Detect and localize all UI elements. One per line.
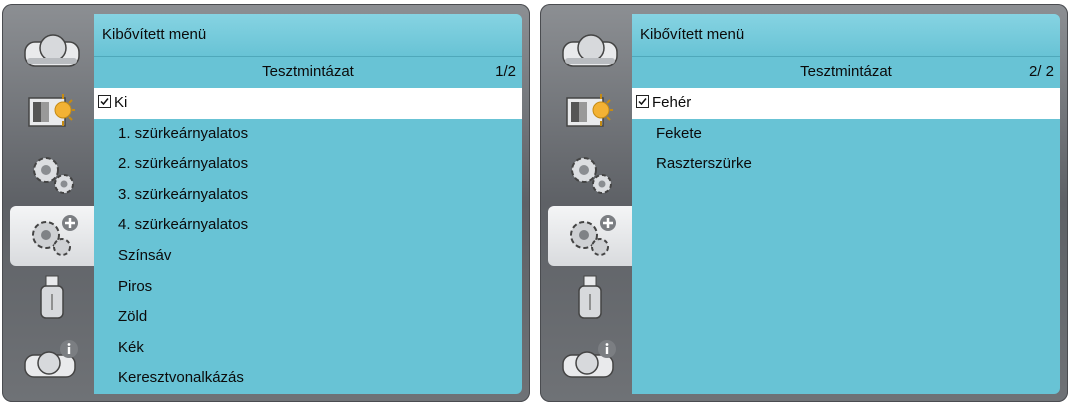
list-item[interactable]: 4. szürkeárnyalatos [94, 210, 522, 241]
list-item[interactable]: Színsáv [94, 241, 522, 272]
menu-title-bar: Kibővített menü [94, 14, 522, 57]
sidebar [10, 14, 96, 394]
list-item[interactable]: Kék [94, 333, 522, 364]
list-item-label: 3. szürkeárnyalatos [118, 185, 249, 203]
extended-settings-icon [32, 215, 78, 256]
sidebar-item-info[interactable] [10, 330, 94, 390]
menu-title-bar: Kibővített menü [632, 14, 1060, 57]
list-item-label: Színsáv [118, 246, 172, 264]
list-item-label: Ki [114, 94, 128, 111]
page-indicator: 2/ 2 [1028, 63, 1054, 80]
extended-settings-icon [570, 215, 616, 256]
list-item[interactable]: 1. szürkeárnyalatos [94, 119, 522, 150]
list-item[interactable]: 3. szürkeárnyalatos [94, 180, 522, 211]
list-item[interactable]: 2. szürkeárnyalatos [94, 149, 522, 180]
osd-menu-panel-left: Kibővített menü Tesztmintázat 1/2 Ki 1. … [2, 4, 530, 402]
list-item[interactable]: Zöld [94, 302, 522, 333]
picture-brightness-icon [28, 94, 75, 127]
sidebar-item-picture[interactable] [548, 82, 632, 142]
settings-gears-icon [571, 157, 612, 194]
picture-brightness-icon [566, 94, 613, 127]
sidebar-item-extended[interactable] [548, 206, 634, 266]
sidebar-item-usb[interactable] [548, 268, 632, 328]
list-item-label: Kék [118, 338, 144, 356]
menu-content: Kibővített menü Tesztmintázat 1/2 Ki 1. … [94, 14, 522, 394]
test-pattern-list: Ki 1. szürkeárnyalatos 2. szürkeárnyalat… [94, 88, 522, 394]
list-item[interactable]: Raszterszürke [632, 149, 1060, 180]
projector-icon [24, 34, 80, 67]
list-item-label: 4. szürkeárnyalatos [118, 216, 249, 234]
sidebar-item-image[interactable] [10, 20, 94, 80]
sidebar-item-extended[interactable] [10, 206, 96, 266]
list-item[interactable]: Fehér [632, 88, 1060, 119]
checkbox-checked-icon [98, 95, 111, 108]
sidebar [548, 14, 634, 394]
sidebar-item-settings[interactable] [10, 144, 94, 204]
list-item-label: Fekete [656, 124, 702, 142]
sidebar-item-image[interactable] [548, 20, 632, 80]
list-item-label: Piros [118, 277, 153, 295]
projector-info-icon [24, 340, 78, 378]
list-item[interactable]: Piros [94, 272, 522, 303]
submenu-header: Tesztmintázat 1/2 [94, 58, 522, 86]
settings-gears-icon [33, 157, 74, 194]
projector-icon [562, 34, 618, 67]
submenu-title: Tesztmintázat [262, 63, 354, 80]
list-item-label: 2. szürkeárnyalatos [118, 155, 249, 173]
submenu-title: Tesztmintázat [800, 63, 892, 80]
projector-info-icon [562, 340, 616, 378]
list-item-label: Raszterszürke [656, 155, 752, 173]
list-item-label: Keresztvonalkázás [118, 369, 244, 387]
list-item[interactable]: Keresztvonalkázás [94, 363, 522, 394]
menu-content: Kibővített menü Tesztmintázat 2/ 2 Fehér… [632, 14, 1060, 394]
osd-menu-panel-right: Kibővített menü Tesztmintázat 2/ 2 Fehér… [540, 4, 1068, 402]
sidebar-item-settings[interactable] [548, 144, 632, 204]
list-item-label: 1. szürkeárnyalatos [118, 124, 249, 142]
list-item[interactable]: Fekete [632, 119, 1060, 150]
menu-title: Kibővített menü [102, 26, 207, 43]
usb-drive-icon [578, 275, 602, 319]
submenu-header: Tesztmintázat 2/ 2 [632, 58, 1060, 86]
list-item[interactable]: Ki [94, 88, 522, 119]
sidebar-item-usb[interactable] [10, 268, 94, 328]
test-pattern-list: Fehér Fekete Raszterszürke [632, 88, 1060, 180]
checkbox-checked-icon [636, 95, 649, 108]
menu-title: Kibővített menü [640, 26, 745, 43]
sidebar-item-picture[interactable] [10, 82, 94, 142]
sidebar-item-info[interactable] [548, 330, 632, 390]
list-item-label: Zöld [118, 308, 148, 326]
list-item-label: Fehér [652, 94, 692, 111]
usb-drive-icon [40, 275, 64, 319]
page-indicator: 1/2 [495, 63, 516, 80]
